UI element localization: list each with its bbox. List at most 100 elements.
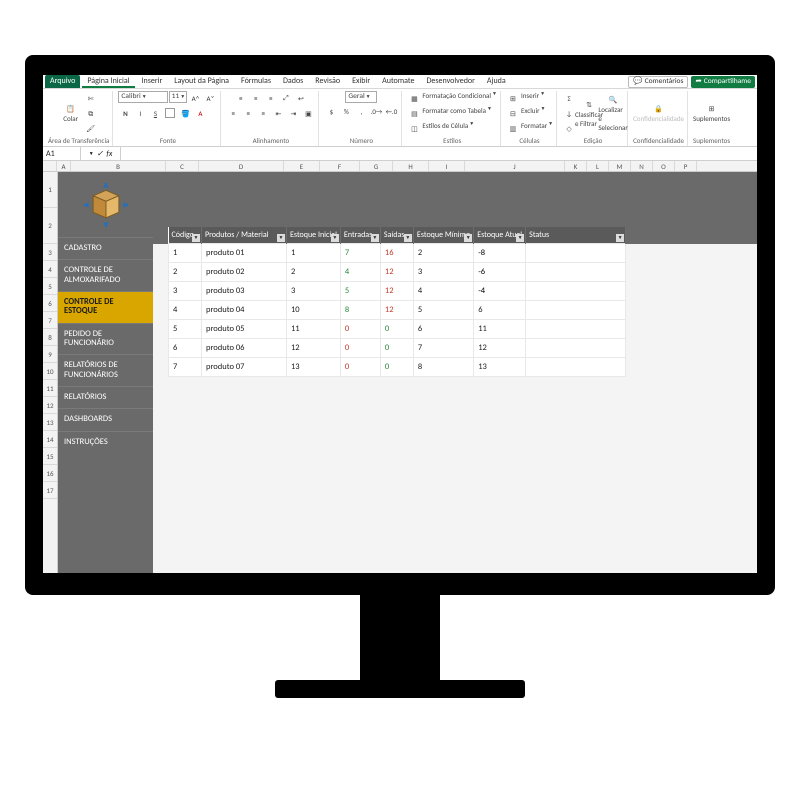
tab-review[interactable]: Revisão bbox=[310, 75, 345, 88]
align-center-button[interactable]: ≡ bbox=[241, 106, 255, 120]
nav-item-1[interactable]: CONTROLE DE ALMOXARIFADO bbox=[58, 259, 153, 291]
tab-automate[interactable]: Automate bbox=[377, 75, 419, 88]
cell[interactable]: produto 06 bbox=[202, 339, 287, 358]
status-cell[interactable]: Estoque confortável bbox=[526, 320, 626, 339]
share-button[interactable]: ➦Compartilhame bbox=[691, 76, 755, 88]
col-M[interactable]: M bbox=[609, 161, 631, 171]
filter-icon[interactable]: ▼ bbox=[516, 234, 524, 242]
col-G[interactable]: G bbox=[360, 161, 393, 171]
addins-button[interactable]: ⊞Suplementos bbox=[701, 102, 723, 126]
bold-button[interactable]: N bbox=[118, 106, 132, 120]
col-header-7[interactable]: Status▼ bbox=[526, 227, 626, 244]
col-header-3[interactable]: Entradas▼ bbox=[340, 227, 380, 244]
nav-item-2[interactable]: CONTROLE DE ESTOQUE bbox=[58, 291, 153, 323]
cell[interactable]: 1 bbox=[169, 244, 202, 263]
align-middle-button[interactable]: ≡ bbox=[249, 91, 263, 105]
tab-layout[interactable]: Layout da Página bbox=[169, 75, 234, 88]
row-12[interactable]: 12 bbox=[43, 397, 57, 414]
fill-button[interactable]: ↓ bbox=[562, 107, 576, 121]
comma-button[interactable]: , bbox=[354, 104, 368, 118]
increase-indent-button[interactable]: ⇥ bbox=[286, 106, 300, 120]
row-16[interactable]: 16 bbox=[43, 465, 57, 482]
tab-home[interactable]: Página Inicial bbox=[82, 75, 134, 88]
comments-button[interactable]: 💬Comentários bbox=[628, 76, 688, 88]
row-13[interactable]: 13 bbox=[43, 414, 57, 431]
row-3[interactable]: 3 bbox=[43, 244, 57, 261]
cell[interactable]: produto 04 bbox=[202, 301, 287, 320]
confidentiality-button[interactable]: 🔒Confidencialidade bbox=[648, 102, 670, 126]
currency-button[interactable]: $ bbox=[324, 104, 338, 118]
cell[interactable]: 5 bbox=[169, 320, 202, 339]
col-header-4[interactable]: Saídas▼ bbox=[380, 227, 413, 244]
status-cell[interactable]: Estoque confortável bbox=[526, 339, 626, 358]
cell[interactable]: 13 bbox=[287, 358, 341, 377]
row-11[interactable]: 11 bbox=[43, 380, 57, 397]
cell[interactable]: 6 bbox=[169, 339, 202, 358]
sheet-canvas[interactable]: CADASTROCONTROLE DE ALMOXARIFADOCONTROLE… bbox=[58, 172, 757, 573]
row-5[interactable]: 5 bbox=[43, 278, 57, 295]
decrease-font-button[interactable]: A˅ bbox=[203, 91, 217, 105]
nav-item-5[interactable]: RELATÓRIOS bbox=[58, 386, 153, 408]
cell[interactable]: 0 bbox=[340, 358, 380, 377]
col-header-6[interactable]: Estoque Atual▼ bbox=[474, 227, 526, 244]
cell[interactable]: 7 bbox=[413, 339, 473, 358]
cell[interactable]: 0 bbox=[380, 320, 413, 339]
cell[interactable]: produto 01 bbox=[202, 244, 287, 263]
cell[interactable]: produto 02 bbox=[202, 263, 287, 282]
wrap-text-button[interactable]: ↩ bbox=[294, 91, 308, 105]
nav-item-7[interactable]: INSTRUÇÕES bbox=[58, 431, 153, 453]
tab-developer[interactable]: Desenvolvedor bbox=[422, 75, 480, 88]
cut-button[interactable]: ✄ bbox=[84, 92, 98, 106]
align-right-button[interactable]: ≡ bbox=[256, 106, 270, 120]
format-painter-button[interactable]: 🖌 bbox=[84, 122, 98, 136]
col-F[interactable]: F bbox=[320, 161, 360, 171]
col-H[interactable]: H bbox=[393, 161, 429, 171]
table-row[interactable]: 7produto 071300813Estoque confortável bbox=[169, 358, 626, 377]
cell[interactable]: 2 bbox=[287, 263, 341, 282]
cell[interactable]: 12 bbox=[474, 339, 526, 358]
filter-icon[interactable]: ▼ bbox=[331, 234, 339, 242]
tab-data[interactable]: Dados bbox=[278, 75, 308, 88]
table-row[interactable]: 4produto 041081256Estoque confortável bbox=[169, 301, 626, 320]
col-N[interactable]: N bbox=[631, 161, 653, 171]
status-cell[interactable]: Estoque confortável bbox=[526, 301, 626, 320]
col-E[interactable]: E bbox=[284, 161, 320, 171]
font-color-button[interactable]: A bbox=[193, 106, 207, 120]
delete-cells-button[interactable]: ⊟Excluir▼ bbox=[506, 106, 546, 120]
font-size-select[interactable]: 11▼ bbox=[169, 91, 187, 103]
increase-font-button[interactable]: A^ bbox=[188, 91, 202, 105]
decrease-decimal-button[interactable]: ←.0 bbox=[384, 104, 398, 118]
cell[interactable]: produto 05 bbox=[202, 320, 287, 339]
cell[interactable]: 12 bbox=[380, 301, 413, 320]
cell[interactable]: 8 bbox=[413, 358, 473, 377]
cell[interactable]: 10 bbox=[287, 301, 341, 320]
cell[interactable]: 11 bbox=[474, 320, 526, 339]
row-14[interactable]: 14 bbox=[43, 431, 57, 448]
row-8[interactable]: 8 bbox=[43, 329, 57, 346]
format-as-table-button[interactable]: ▤Formatar como Tabela▼ bbox=[407, 106, 492, 120]
nav-item-0[interactable]: CADASTRO bbox=[58, 237, 153, 259]
cell[interactable]: 3 bbox=[287, 282, 341, 301]
col-header-2[interactable]: Estoque Inicial▼ bbox=[287, 227, 341, 244]
name-box[interactable]: A1 bbox=[43, 147, 81, 160]
cell[interactable]: -8 bbox=[474, 244, 526, 263]
col-A[interactable]: A bbox=[57, 161, 71, 171]
row-9[interactable]: 9 bbox=[43, 346, 57, 363]
row-4[interactable]: 4 bbox=[43, 261, 57, 278]
merge-button[interactable]: ▣ bbox=[301, 106, 315, 120]
tab-formulas[interactable]: Fórmulas bbox=[236, 75, 276, 88]
cell[interactable]: 4 bbox=[413, 282, 473, 301]
cell[interactable]: 4 bbox=[169, 301, 202, 320]
border-button[interactable] bbox=[163, 106, 177, 120]
table-row[interactable]: 1produto 0117162-8Necessidade de Reposiç… bbox=[169, 244, 626, 263]
cell[interactable]: 2 bbox=[169, 263, 202, 282]
col-K[interactable]: K bbox=[565, 161, 587, 171]
cell[interactable]: 12 bbox=[287, 339, 341, 358]
col-header-5[interactable]: Estoque Mínimo▼ bbox=[413, 227, 473, 244]
decrease-indent-button[interactable]: ⇤ bbox=[271, 106, 285, 120]
row-15[interactable]: 15 bbox=[43, 448, 57, 465]
nav-item-6[interactable]: DASHBOARDS bbox=[58, 408, 153, 430]
row-10[interactable]: 10 bbox=[43, 363, 57, 380]
fill-color-button[interactable]: 🪣 bbox=[178, 106, 192, 120]
tab-insert[interactable]: Inserir bbox=[137, 75, 168, 88]
